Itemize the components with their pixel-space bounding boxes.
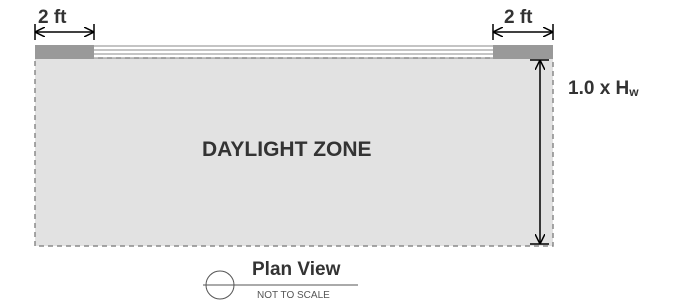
right-dimension-label: 2 ft	[504, 7, 533, 28]
plan-view-subtitle: NOT TO SCALE	[257, 290, 330, 301]
window-glazing	[94, 45, 493, 59]
daylight-zone-diagram: 2 ft 2 ft 1.0 x Hw DAYLIGHT ZONE Plan Vi…	[0, 0, 690, 307]
height-label-main: 1.0 x H	[568, 78, 630, 99]
left-dimension-label: 2 ft	[38, 7, 67, 28]
plan-view-title: Plan View	[252, 259, 341, 280]
height-label-subscript: w	[629, 85, 639, 99]
wall-segment-left	[35, 45, 94, 59]
zone-label: DAYLIGHT ZONE	[202, 138, 372, 161]
wall-segment-right	[493, 45, 553, 59]
height-dimension-label: 1.0 x Hw	[568, 78, 639, 100]
